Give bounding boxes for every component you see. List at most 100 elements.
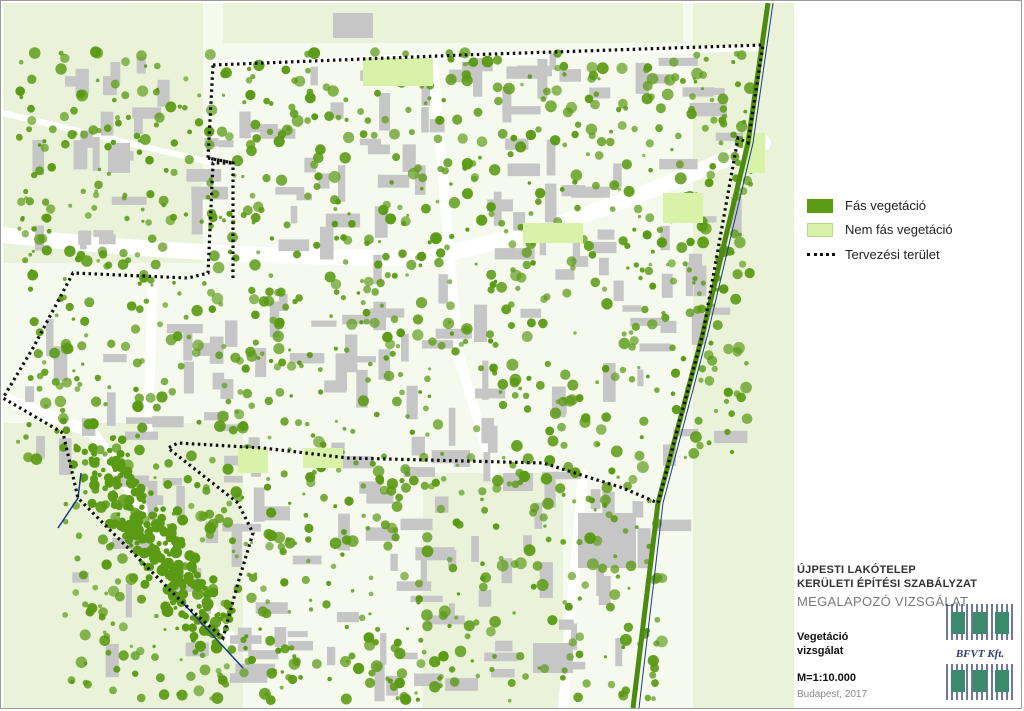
tree-canopy — [71, 317, 76, 321]
tree-canopy — [258, 206, 265, 214]
tree-canopy — [452, 114, 463, 125]
tree-canopy — [421, 649, 427, 655]
tree-canopy — [265, 635, 276, 646]
tree-canopy — [295, 419, 302, 427]
tree-canopy — [117, 482, 123, 488]
tree-canopy — [412, 329, 424, 341]
tree-canopy — [423, 405, 429, 412]
building — [685, 262, 693, 297]
tree-canopy — [27, 104, 35, 113]
tree-canopy — [16, 439, 21, 444]
tree-canopy — [609, 180, 620, 191]
tree-canopy — [221, 382, 228, 389]
tree-canopy — [74, 375, 80, 382]
tree-canopy — [574, 204, 581, 212]
tree-canopy — [92, 584, 99, 591]
tree-canopy — [523, 544, 536, 557]
tree-canopy — [555, 399, 561, 405]
tree-canopy — [177, 514, 189, 526]
tree-canopy — [633, 262, 639, 268]
tree-canopy — [382, 200, 391, 209]
tree-canopy — [389, 128, 400, 140]
tree-canopy — [139, 535, 148, 544]
tree-canopy — [198, 579, 206, 587]
tree-canopy — [279, 685, 284, 690]
tree-canopy — [641, 305, 649, 314]
tree-canopy — [265, 287, 274, 297]
tree-canopy — [701, 87, 704, 91]
tree-canopy — [173, 605, 178, 610]
tree-canopy — [425, 432, 430, 437]
tree-canopy — [228, 425, 238, 435]
tree-canopy — [363, 318, 370, 325]
tree-canopy — [518, 386, 522, 391]
tree-canopy — [303, 512, 309, 518]
tree-canopy — [348, 220, 356, 228]
building — [209, 336, 224, 364]
tree-canopy — [689, 93, 696, 100]
tree-canopy — [508, 322, 515, 329]
tree-canopy — [686, 237, 695, 247]
tree-canopy — [692, 276, 698, 282]
tree-canopy — [446, 556, 453, 563]
tree-canopy — [489, 281, 497, 289]
tree-canopy — [183, 212, 189, 217]
tree-canopy — [249, 259, 261, 271]
tree-canopy — [186, 671, 196, 681]
tree-canopy — [333, 207, 338, 211]
tree-canopy — [170, 536, 182, 547]
tree-canopy — [733, 342, 745, 354]
building — [218, 140, 234, 148]
tree-canopy — [399, 478, 405, 484]
tree-canopy — [134, 444, 145, 456]
tree-canopy — [669, 344, 676, 352]
tree-canopy — [628, 474, 638, 484]
tree-canopy — [329, 314, 333, 318]
building — [106, 392, 116, 426]
tree-canopy — [311, 469, 317, 475]
tree-canopy — [96, 128, 102, 134]
tree-canopy — [124, 495, 135, 506]
tree-canopy — [187, 129, 193, 135]
tree-canopy — [136, 50, 147, 61]
tree-canopy — [74, 386, 81, 392]
tree-canopy — [478, 487, 487, 496]
tree-canopy — [80, 188, 87, 194]
tree-canopy — [376, 477, 385, 485]
tree-canopy — [498, 390, 503, 394]
tree-canopy — [734, 236, 746, 249]
tree-canopy — [736, 392, 746, 403]
tree-canopy — [575, 650, 584, 659]
tree-canopy — [240, 212, 247, 218]
tree-canopy — [465, 227, 470, 232]
tree-canopy — [20, 217, 25, 222]
tree-canopy — [28, 47, 41, 59]
tree-canopy — [202, 484, 210, 491]
tree-canopy — [427, 96, 432, 101]
tree-canopy — [501, 455, 506, 460]
tree-canopy — [405, 106, 412, 113]
tree-canopy — [718, 140, 724, 146]
tree-canopy — [384, 272, 391, 279]
tree-canopy — [177, 291, 182, 296]
tree-canopy — [234, 409, 240, 414]
tree-canopy — [647, 319, 658, 330]
tree-canopy — [157, 242, 168, 252]
tree-canopy — [97, 167, 102, 172]
tree-canopy — [739, 260, 747, 268]
tree-canopy — [521, 247, 532, 258]
tree-canopy — [178, 610, 186, 618]
tree-canopy — [627, 586, 631, 590]
tree-canopy — [488, 210, 495, 218]
vegetation-map[interactable] — [3, 3, 794, 708]
tree-canopy — [54, 313, 59, 318]
tree-canopy — [360, 278, 365, 284]
tree-canopy — [246, 351, 258, 362]
tree-canopy — [258, 627, 262, 631]
tree-canopy — [588, 497, 596, 504]
tree-canopy — [125, 257, 132, 264]
tree-canopy — [109, 435, 116, 442]
project-title-line1: ÚJPESTI LAKÓTELEP — [797, 564, 916, 576]
tree-canopy — [264, 396, 273, 406]
tree-canopy — [396, 668, 408, 679]
